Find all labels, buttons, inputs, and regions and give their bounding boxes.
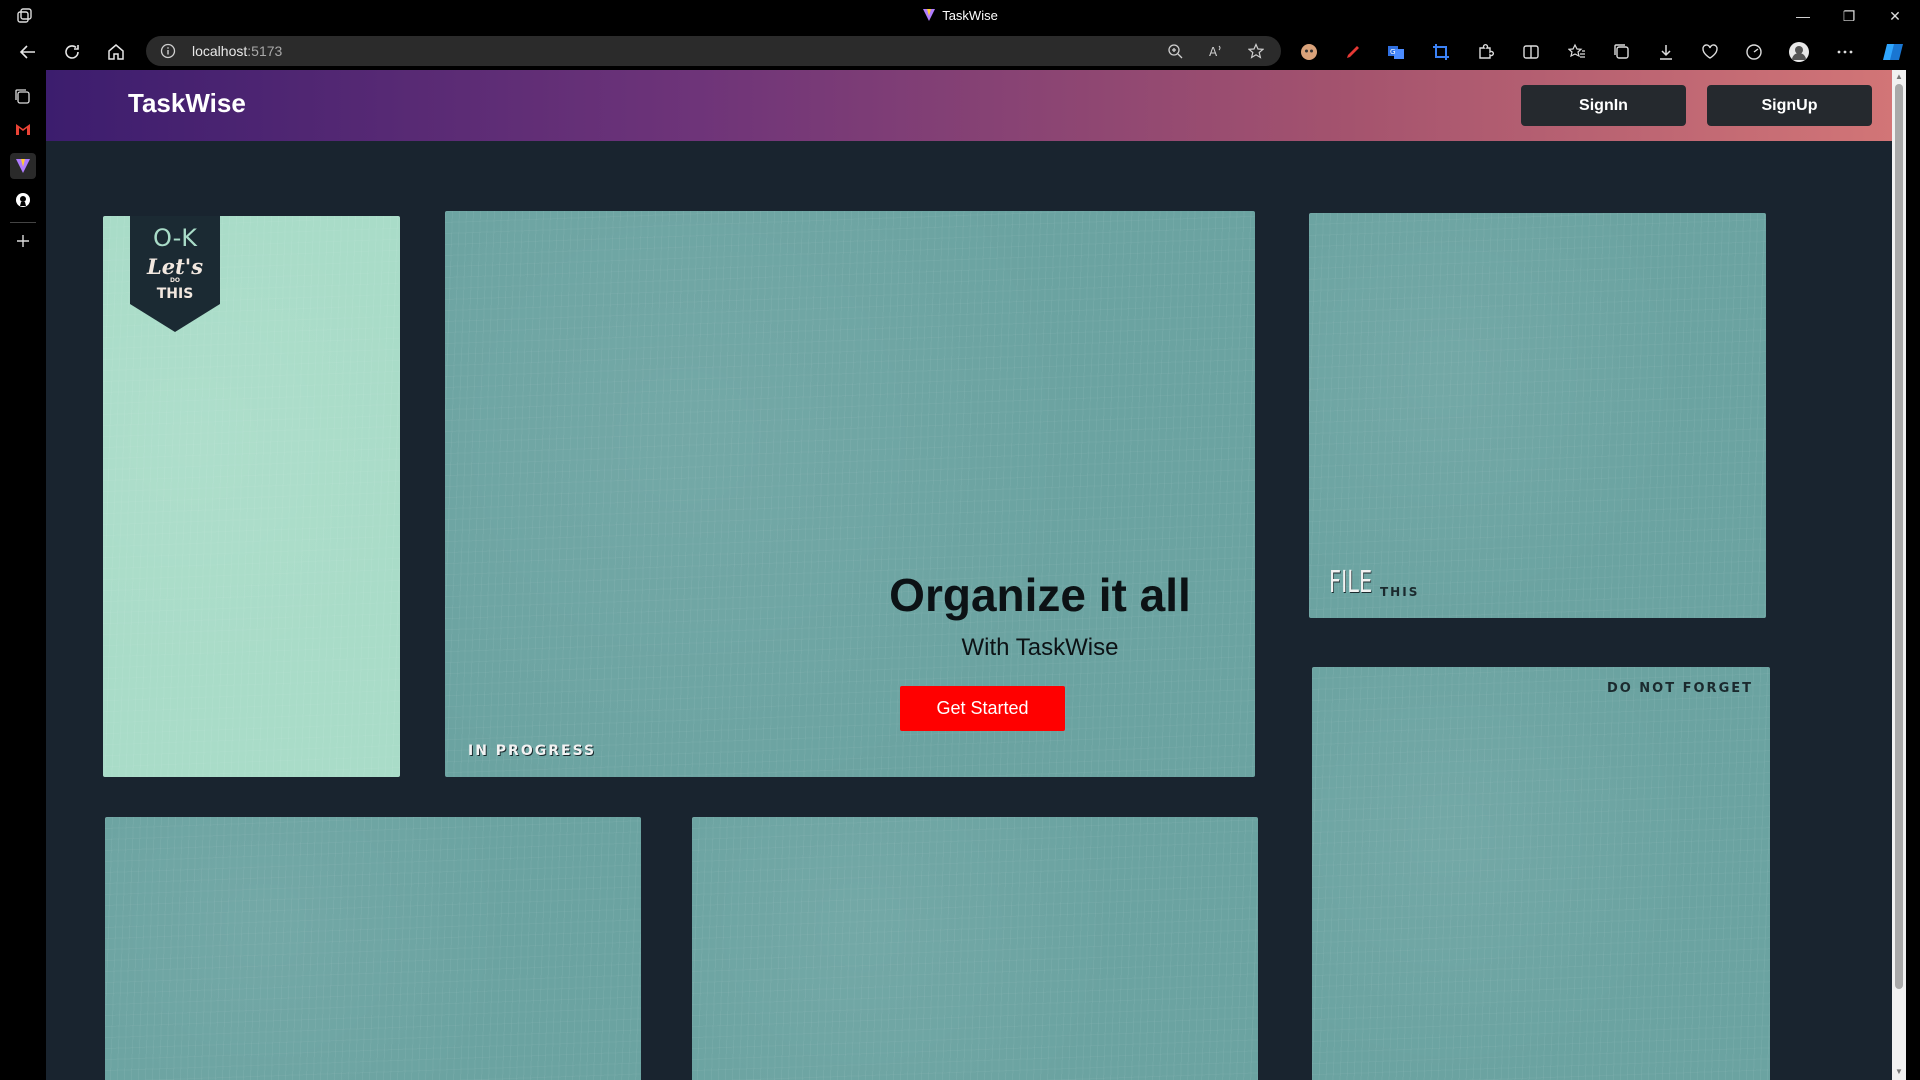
url-host: localhost xyxy=(192,43,248,59)
hero-card: Organize it all With TaskWise Get Starte… xyxy=(445,211,1255,777)
read-aloud-icon[interactable]: A xyxy=(1207,42,1225,60)
window-title: TaskWise xyxy=(0,8,1920,23)
extension-pen-icon[interactable] xyxy=(1340,39,1366,65)
signin-button[interactable]: SignIn xyxy=(1521,85,1686,126)
back-arrow-icon xyxy=(19,45,35,59)
do-not-forget-tag: DO NOT FORGET xyxy=(1606,681,1753,696)
scrollbar-thumb[interactable] xyxy=(1895,84,1903,989)
ok-lets-do-this-card: O-K Let's DO THIS xyxy=(103,216,400,777)
refresh-button[interactable] xyxy=(59,39,85,65)
browser-essentials-icon[interactable] xyxy=(1697,39,1723,65)
bottom-middle-card xyxy=(692,817,1258,1080)
translate-icon[interactable]: G xyxy=(1383,39,1409,65)
signup-button[interactable]: SignUp xyxy=(1707,85,1872,126)
browser-sidebar xyxy=(0,70,46,1080)
in-progress-tag: IN PROGRESS xyxy=(468,743,597,759)
url-text[interactable]: localhost:5173 xyxy=(192,43,282,59)
extension-avatar-icon[interactable] xyxy=(1296,39,1322,65)
ribbon-lets-text: Let's xyxy=(146,254,203,279)
split-screen-icon[interactable] xyxy=(1518,39,1544,65)
new-tab-plus-icon[interactable] xyxy=(12,230,34,252)
svg-text:A: A xyxy=(1209,45,1218,59)
hero-subtitle: With TaskWise xyxy=(961,634,1119,661)
copilot-icon[interactable] xyxy=(1880,39,1906,65)
ribbon-do-text: DO xyxy=(170,277,180,284)
get-started-button[interactable]: Get Started xyxy=(900,686,1065,731)
ribbon-this-text: THIS xyxy=(157,286,194,302)
scroll-up-arrow[interactable]: ▲ xyxy=(1895,73,1903,81)
github-tab-icon[interactable] xyxy=(12,189,34,211)
site-info-icon[interactable] xyxy=(160,43,176,59)
zoom-icon[interactable] xyxy=(1166,42,1184,60)
refresh-icon xyxy=(65,45,79,59)
profile-avatar[interactable] xyxy=(1786,39,1812,65)
gmail-tab-icon[interactable] xyxy=(12,118,34,140)
scroll-down-arrow[interactable]: ▼ xyxy=(1895,1068,1903,1076)
url-port: :5173 xyxy=(247,43,283,59)
webpage-viewport: TaskWise SignIn SignUp O-K Let's DO THIS… xyxy=(46,70,1906,1080)
browser-toolbar: localhost:5173 A G xyxy=(0,32,1920,70)
vite-favicon-icon xyxy=(923,9,936,21)
vite-tab-icon[interactable] xyxy=(10,153,36,179)
brand-logo-text[interactable]: TaskWise xyxy=(128,88,246,119)
window-title-text: TaskWise xyxy=(942,8,998,23)
restore-button[interactable]: ❐ xyxy=(1826,0,1872,32)
bottom-left-card xyxy=(105,817,641,1080)
sidebar-divider xyxy=(10,222,36,223)
favorites-icon[interactable] xyxy=(1564,39,1590,65)
home-button[interactable] xyxy=(103,39,129,65)
navbar: TaskWise SignIn SignUp xyxy=(46,70,1906,141)
svg-text:G: G xyxy=(1390,48,1395,56)
browser-titlebar: TaskWise — ❐ ✕ xyxy=(0,0,1920,32)
tab-actions-icon[interactable] xyxy=(12,86,34,108)
more-menu-icon[interactable] xyxy=(1832,39,1858,65)
close-window-button[interactable]: ✕ xyxy=(1872,0,1918,32)
collections-icon[interactable] xyxy=(1609,39,1635,65)
downloads-icon[interactable] xyxy=(1653,39,1679,65)
minimize-button[interactable]: — xyxy=(1780,0,1826,32)
crop-tool-icon[interactable] xyxy=(1428,39,1454,65)
this-text: THIS xyxy=(1380,585,1420,599)
extensions-puzzle-icon[interactable] xyxy=(1472,39,1498,65)
ribbon-ok-text: O-K xyxy=(153,224,198,252)
page-scrollbar[interactable]: ▲ ▼ xyxy=(1892,70,1906,1080)
favorite-star-icon[interactable] xyxy=(1247,42,1265,60)
ok-lets-do-this-ribbon: O-K Let's DO THIS xyxy=(130,216,220,332)
performance-icon[interactable] xyxy=(1741,39,1767,65)
file-text: FILE xyxy=(1329,565,1373,600)
back-button[interactable] xyxy=(15,39,41,65)
do-not-forget-card: DO NOT FORGET xyxy=(1312,667,1770,1080)
address-bar[interactable]: localhost:5173 A xyxy=(146,36,1281,66)
file-this-card: FILE THIS xyxy=(1309,213,1766,618)
home-icon xyxy=(108,44,124,60)
